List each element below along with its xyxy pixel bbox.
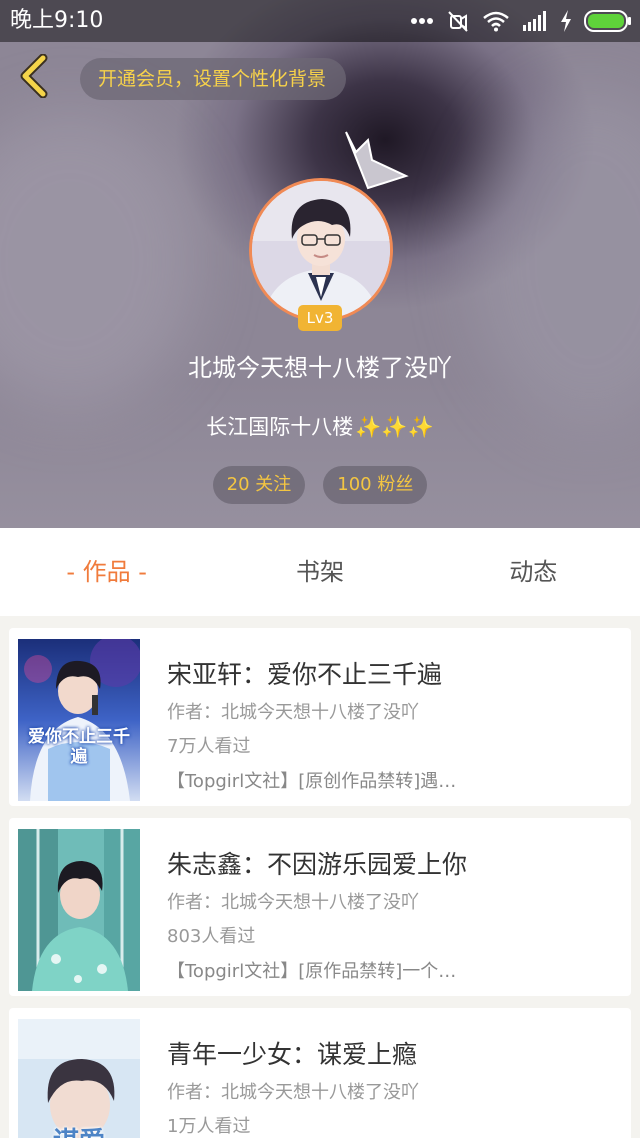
following-count-button[interactable]: 20 关注 (212, 466, 306, 504)
avatar[interactable] (249, 178, 393, 322)
status-time: 晚上9:10 (10, 8, 104, 33)
profile-tabs: - 作品 - 书架 动态 (0, 528, 640, 616)
work-views: 7万人看过 (167, 736, 251, 757)
work-card[interactable]: 谋爱 青年一少女：谋爱上瘾 作者：北城今天想十八楼了没吖 1万人看过 (9, 1008, 631, 1138)
signal-icon (522, 11, 548, 31)
background-blur (0, 380, 640, 528)
signature-text: 长江国际十八楼 (206, 415, 354, 439)
username: 北城今天想十八楼了没吖 (188, 354, 452, 382)
work-cover: 爱你不止三千遍 (18, 639, 140, 801)
more-dots-icon (410, 17, 434, 25)
charging-icon (560, 10, 572, 32)
work-cover: 谋爱 (18, 1019, 140, 1138)
stats-row: 20 关注 100 粉丝 (0, 466, 640, 504)
work-author: 作者：北城今天想十八楼了没吖 (167, 702, 419, 723)
work-card[interactable]: 朱志鑫：不因游乐园爱上你 作者：北城今天想十八楼了没吖 803人看过 【Topg… (9, 818, 631, 996)
work-title: 青年一少女：谋爱上瘾 (167, 1040, 418, 1069)
level-badge: Lv3 (298, 305, 342, 331)
work-title: 宋亚轩：爱你不止三千遍 (167, 660, 443, 689)
work-author: 作者：北城今天想十八楼了没吖 (167, 1082, 419, 1103)
cover-title: 谋爱 (18, 1127, 140, 1138)
tab-bookshelf[interactable]: 书架 (213, 528, 426, 616)
signature: 长江国际十八楼✨✨✨ (0, 410, 640, 444)
work-author: 作者：北城今天想十八楼了没吖 (167, 892, 419, 913)
followers-count-button[interactable]: 100 粉丝 (323, 466, 428, 504)
work-card[interactable]: 爱你不止三千遍 宋亚轩：爱你不止三千遍 作者：北城今天想十八楼了没吖 7万人看过… (9, 628, 631, 806)
mute-icon (446, 9, 470, 33)
vip-background-banner[interactable]: 开通会员，设置个性化背景 (80, 58, 347, 100)
sparkle-emoji: ✨✨✨ (355, 415, 434, 439)
chevron-left-icon (19, 53, 49, 102)
back-button[interactable] (14, 53, 54, 102)
wifi-icon (482, 10, 510, 32)
work-tags: 【Topgirl文社】[原创作品禁转]遇… (167, 771, 457, 792)
status-icons (410, 8, 632, 34)
profile-header: 晚上9:10 开通会员，设置个性化背景 Lv3 北城今天想十八楼了没吖 长江国际… (0, 0, 640, 528)
works-list: 爱你不止三千遍 宋亚轩：爱你不止三千遍 作者：北城今天想十八楼了没吖 7万人看过… (0, 616, 640, 1138)
work-cover (18, 829, 140, 991)
cover-title: 爱你不止三千遍 (28, 727, 130, 767)
tab-works[interactable]: - 作品 - (0, 528, 213, 616)
status-bar: 晚上9:10 (0, 0, 640, 42)
battery-icon (584, 10, 632, 32)
work-views: 803人看过 (167, 926, 256, 947)
work-title: 朱志鑫：不因游乐园爱上你 (167, 850, 468, 879)
work-views: 1万人看过 (167, 1116, 251, 1137)
tab-activity[interactable]: 动态 (427, 528, 640, 616)
work-tags: 【Topgirl文社】[原作品禁转]一个… (167, 961, 457, 982)
